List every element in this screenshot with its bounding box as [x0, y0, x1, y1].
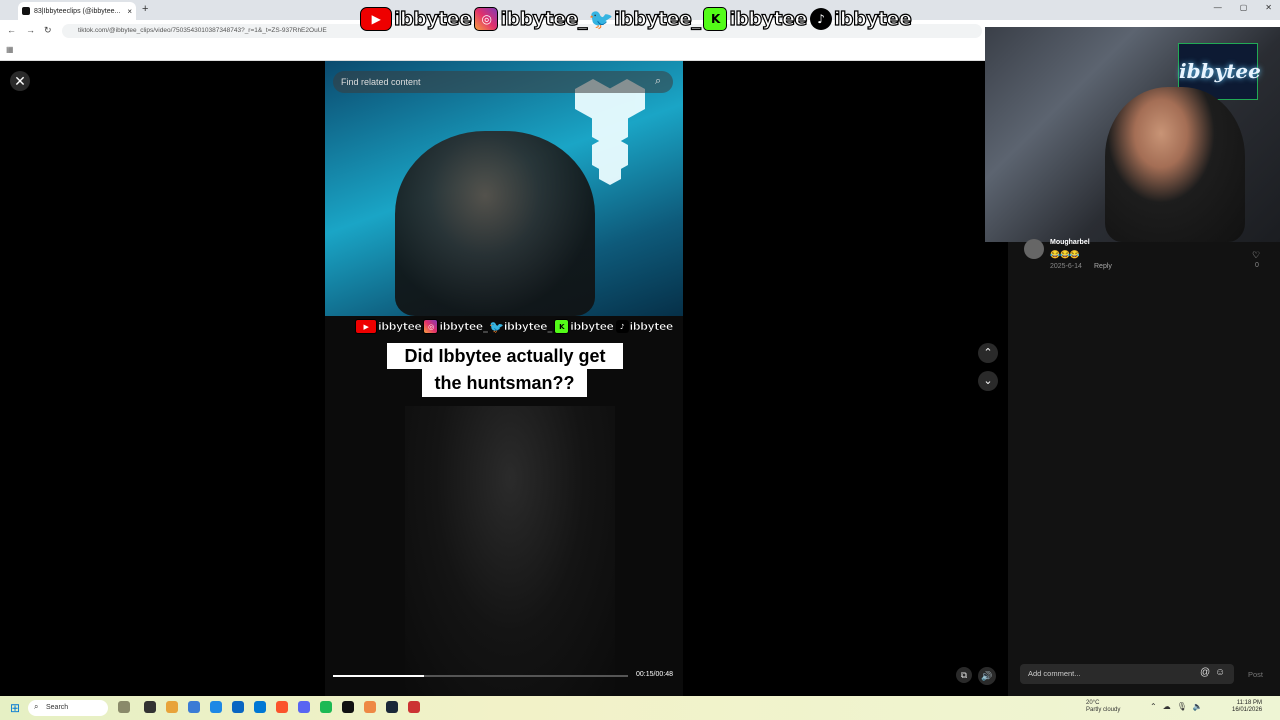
taskbar-search[interactable]: Search — [28, 700, 108, 716]
app-icon[interactable] — [342, 701, 354, 713]
post-button[interactable]: Post — [1248, 670, 1263, 679]
windows-start-icon[interactable]: ⊞ — [10, 701, 20, 715]
mention-icon[interactable]: @ — [1200, 667, 1210, 678]
progress-fill — [333, 675, 425, 677]
speaker-icon: 🔈 — [1192, 702, 1203, 711]
outlook-icon[interactable] — [254, 701, 266, 713]
minimize-button[interactable]: — — [1214, 3, 1222, 12]
caption-line-1: Did Ibbytee actually get — [387, 343, 623, 369]
taskbar-clock[interactable]: 11:18 PM 16/01/2026 — [1232, 700, 1262, 714]
instagram-icon: ◎ — [474, 7, 499, 31]
video-instagram-handle: ◎ ibbytee_ — [423, 319, 489, 334]
task-view-icon[interactable] — [144, 701, 156, 713]
avatar[interactable] — [1024, 239, 1044, 259]
search-icon[interactable]: ⌕ — [655, 75, 661, 88]
tiktok-handle: ♪ ibbytee — [809, 7, 912, 31]
reload-icon[interactable]: ↻ — [44, 25, 52, 36]
tab-title: 83|Ibbyteeclips (@ibbytee... — [34, 7, 121, 15]
twitter-icon: 🐦 — [588, 7, 614, 31]
heart-icon[interactable]: ♡ — [1252, 250, 1260, 261]
chevron-up-icon: ⌃ — [1150, 702, 1157, 711]
back-arrow-icon[interactable]: ← — [7, 25, 16, 35]
caption-line-2: the huntsman?? — [422, 369, 587, 397]
system-tray[interactable]: ⌃ ☁ 🎙 🔈 — [1150, 702, 1203, 711]
progress-bar[interactable] — [333, 675, 628, 677]
previous-video-button[interactable]: ⌃ — [978, 343, 998, 363]
tiktok-icon: ♪ — [809, 8, 832, 30]
youtube-handle: ▶ ibbytee — [360, 7, 473, 31]
video-youtube-handle: ▶ ibbytee — [355, 319, 422, 334]
video-player[interactable]: Find related content ⌕ ▶ ibbytee ◎ ibbytee… — [325, 61, 683, 696]
tiktok-favicon-icon — [22, 7, 30, 15]
chrome-active-icon[interactable] — [364, 701, 376, 713]
network-icon: ☁ — [1162, 702, 1171, 711]
next-video-button[interactable]: ⌄ — [978, 371, 998, 391]
apps-grid-icon[interactable]: ▦ — [6, 45, 14, 54]
chrome-icon[interactable] — [166, 701, 178, 713]
file-explorer-icon[interactable] — [188, 701, 200, 713]
related-search-input[interactable]: Find related content — [333, 71, 673, 93]
video-social-banner: ▶ ibbytee ◎ ibbytee_ 🐦 ibbytee_ Kibbytee ♪ i… — [355, 319, 674, 334]
close-video-button[interactable]: ✕ — [10, 71, 30, 91]
kick-handle: Kibbytee — [703, 7, 808, 31]
comment-text: 😂😂😂 — [1050, 250, 1080, 259]
emoji-icon[interactable]: ☺ — [1215, 667, 1225, 678]
kick-icon: K — [554, 319, 570, 334]
discord-icon[interactable] — [298, 701, 310, 713]
obs-icon[interactable] — [408, 701, 420, 713]
youtube-icon: ▶ — [360, 7, 392, 31]
close-window-button[interactable]: ✕ — [1265, 3, 1272, 12]
webcam-person — [1105, 87, 1245, 242]
browser-tab[interactable]: 83|Ibbyteeclips (@ibbytee... × — [18, 2, 136, 20]
window-controls: — ▢ ✕ — [1214, 3, 1272, 12]
like-count: 0 — [1255, 262, 1259, 269]
tiktok-icon: ♪ — [615, 320, 629, 333]
clip-button[interactable]: ⧉ — [956, 667, 972, 683]
edge-icon[interactable] — [210, 701, 222, 713]
twitter-handle: 🐦 ibbytee_ — [588, 7, 702, 31]
spotify-icon[interactable] — [320, 701, 332, 713]
store-icon[interactable] — [232, 701, 244, 713]
widget-icon[interactable] — [118, 701, 130, 713]
twitter-icon: 🐦 — [489, 319, 504, 334]
social-banner: ▶ ibbytee ◎ ibbytee_ 🐦 ibbytee_ Kibbytee ♪ i… — [360, 5, 912, 33]
streamer-figure — [395, 131, 595, 316]
volume-button[interactable]: 🔊 — [978, 667, 996, 685]
comment-date: 2025-6-14 — [1050, 263, 1082, 270]
brave-icon[interactable] — [276, 701, 288, 713]
weather-widget[interactable]: 20°C Partly cloudy — [1086, 700, 1120, 714]
video-twitter-handle: 🐦 ibbytee_ — [489, 319, 553, 334]
reply-link[interactable]: Reply — [1094, 263, 1112, 270]
youtube-icon: ▶ — [355, 319, 377, 334]
comment-username[interactable]: Mougharbel — [1050, 239, 1090, 246]
maximize-button[interactable]: ▢ — [1240, 3, 1248, 12]
dark-game-footage — [405, 406, 615, 696]
tab-close-icon[interactable]: × — [127, 7, 132, 16]
instagram-icon: ◎ — [423, 319, 439, 334]
search-icon: ⌕ — [34, 702, 39, 711]
instagram-handle: ◎ ibbytee_ — [474, 7, 588, 31]
webcam-overlay: ibbytee — [985, 27, 1280, 242]
video-kick-handle: Kibbytee — [554, 319, 614, 334]
steam-icon[interactable] — [386, 701, 398, 713]
time-display: 00:15/00:48 — [636, 671, 673, 678]
kick-icon: K — [703, 7, 728, 31]
forward-arrow-icon[interactable]: → — [26, 25, 35, 35]
new-tab-button[interactable]: + — [142, 3, 148, 15]
microphone-icon: 🎙 — [1176, 702, 1187, 711]
video-tiktok-handle: ♪ ibbytee — [615, 320, 674, 333]
